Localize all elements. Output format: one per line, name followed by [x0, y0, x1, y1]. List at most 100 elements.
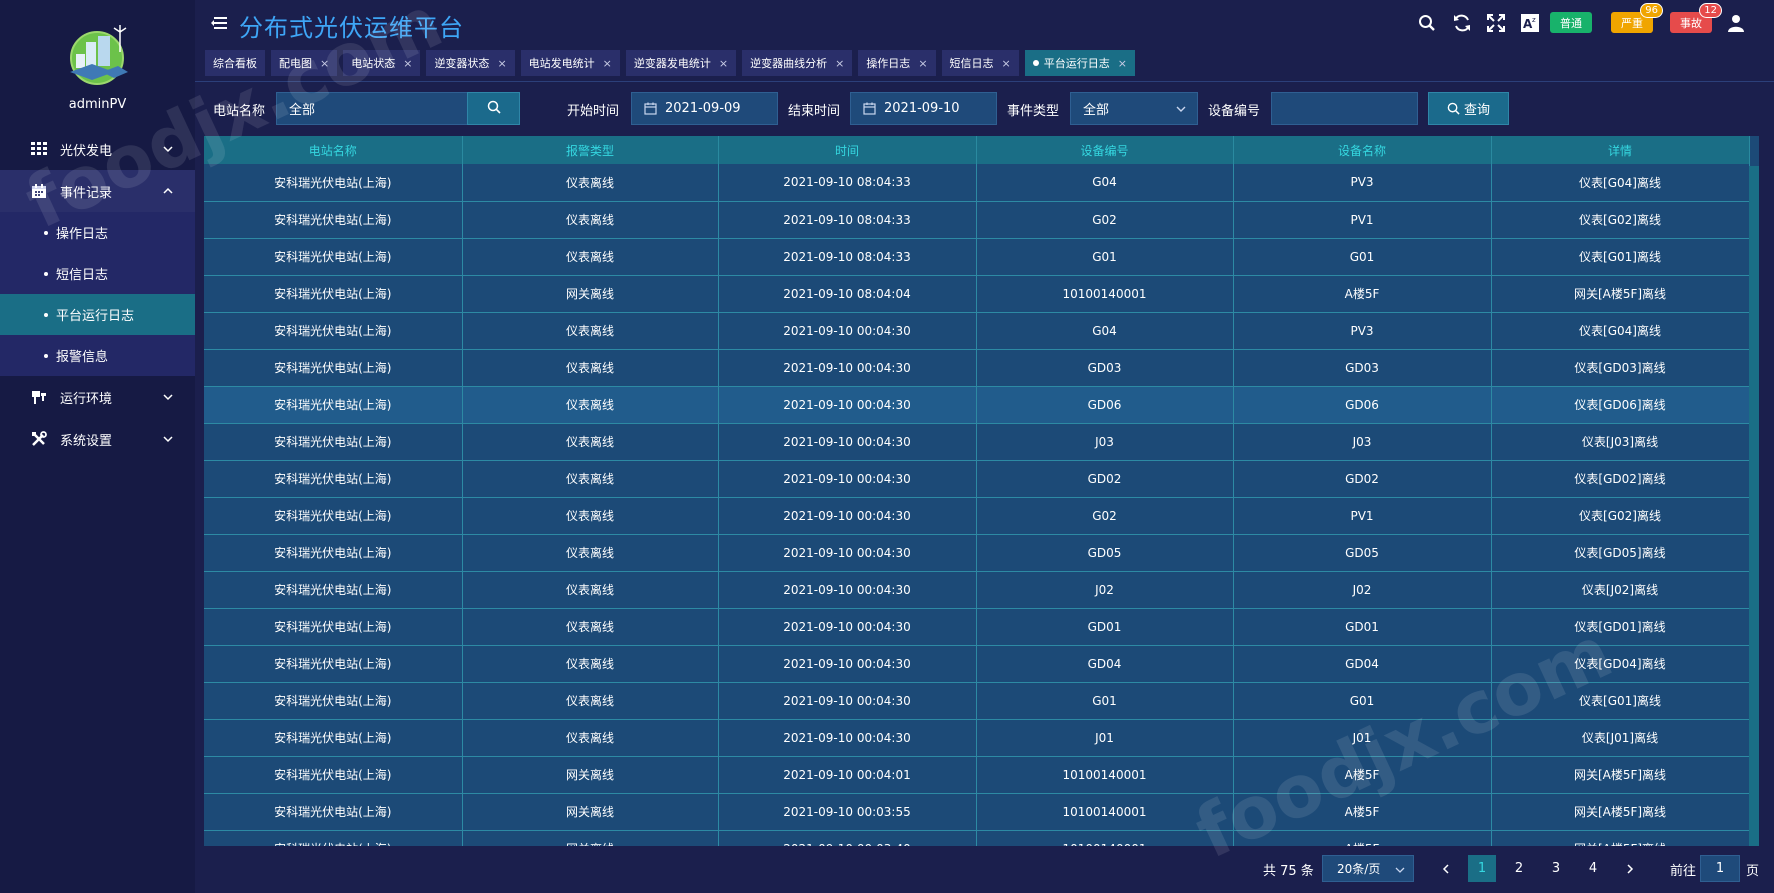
table-row[interactable]: 安科瑞光伏电站(上海) 仪表离线 2021-09-10 00:04:30 GD04 GD…	[204, 645, 1750, 683]
sidebar-item-event-records[interactable]: 事件记录	[0, 170, 195, 212]
next-page-button[interactable]	[1616, 855, 1644, 882]
page-size-select[interactable]: 20条/页	[1322, 855, 1414, 882]
sidebar-item-alarm-info[interactable]: 报警信息	[0, 335, 195, 376]
table-row[interactable]: 安科瑞光伏电站(上海) 网关离线 2021-09-10 00:03:55 101001…	[204, 793, 1750, 831]
table-row[interactable]: 安科瑞光伏电站(上海) 仪表离线 2021-09-10 00:04:30 GD06 GD…	[204, 386, 1750, 424]
table-cell: GD05	[1233, 534, 1492, 572]
tab-distribution-diagram[interactable]: 配电图 ×	[271, 50, 338, 76]
station-search-button[interactable]	[467, 92, 520, 125]
prev-page-button[interactable]	[1432, 855, 1460, 882]
device-number-input[interactable]	[1271, 92, 1418, 125]
table-cell: 2021-09-10 00:03:40	[718, 830, 977, 846]
table-cell: GD05	[976, 534, 1234, 572]
table-cell: 安科瑞光伏电站(上海)	[204, 238, 463, 276]
table-row[interactable]: 安科瑞光伏电站(上海) 仪表离线 2021-09-10 00:04:30 G04 PV3…	[204, 312, 1750, 350]
close-icon[interactable]: ×	[320, 57, 329, 70]
tab-station-generation-stats[interactable]: 电站发电统计 ×	[520, 50, 620, 76]
table-scrollbar[interactable]	[1749, 166, 1759, 846]
sidebar-item-label: 光伏发电	[60, 143, 113, 159]
table-cell: 2021-09-10 08:04:33	[718, 238, 977, 276]
tab-inverter-status[interactable]: 逆变器状态 ×	[426, 50, 515, 76]
sidebar-item-sms-log[interactable]: 短信日志	[0, 253, 195, 294]
calendar-icon	[30, 182, 48, 200]
query-button[interactable]: 查询	[1428, 92, 1509, 125]
table-row[interactable]: 安科瑞光伏电站(上海) 网关离线 2021-09-10 00:04:01 101001…	[204, 756, 1750, 794]
fullscreen-icon[interactable]	[1485, 12, 1507, 34]
menu-toggle-icon[interactable]	[211, 14, 229, 32]
sidebar-item-runtime-environment[interactable]: 运行环境	[0, 376, 195, 418]
table-cell: G01	[976, 238, 1234, 276]
column-header[interactable]: 详情	[1491, 136, 1750, 164]
close-icon[interactable]: ×	[403, 57, 412, 70]
sidebar-item-operation-log[interactable]: 操作日志	[0, 212, 195, 253]
sidebar-item-system-settings[interactable]: 系统设置	[0, 418, 195, 460]
table-cell: GD04	[1233, 645, 1492, 683]
event-type-select[interactable]: 全部	[1070, 92, 1198, 125]
search-icon[interactable]	[1416, 12, 1438, 34]
accident-alarm-badge[interactable]: 事故 12	[1670, 3, 1722, 33]
end-date-input[interactable]: 2021-09-10	[850, 92, 997, 125]
close-icon[interactable]: ×	[835, 57, 844, 70]
close-icon[interactable]: ×	[918, 57, 927, 70]
table-cell: 2021-09-10 00:04:30	[718, 497, 977, 535]
sidebar-item-pv-generation[interactable]: 光伏发电	[0, 128, 195, 170]
table-row[interactable]: 安科瑞光伏电站(上海) 网关离线 2021-09-10 08:04:04 101001…	[204, 275, 1750, 313]
normal-alarm-badge[interactable]: 普通	[1550, 12, 1592, 33]
tab-sms-log[interactable]: 短信日志 ×	[941, 50, 1019, 76]
page-button-2[interactable]: 2	[1505, 855, 1533, 882]
column-header[interactable]: 时间	[718, 136, 977, 164]
table-cell: A楼5F	[1233, 830, 1492, 846]
station-name-input[interactable]: 全部	[276, 92, 468, 125]
table-row[interactable]: 安科瑞光伏电站(上海) 仪表离线 2021-09-10 00:04:30 J03 J03…	[204, 423, 1750, 461]
table-cell: 仪表离线	[462, 497, 719, 535]
sidebar-item-platform-log[interactable]: 平台运行日志	[0, 294, 195, 335]
table-cell: 网关[A楼5F]离线	[1491, 275, 1750, 313]
table-row[interactable]: 安科瑞光伏电站(上海) 仪表离线 2021-09-10 00:04:30 J01 J01…	[204, 719, 1750, 757]
serious-alarm-badge[interactable]: 严重 96	[1611, 3, 1663, 33]
table-row[interactable]: 安科瑞光伏电站(上海) 仪表离线 2021-09-10 00:04:30 J02 J02…	[204, 571, 1750, 609]
font-size-icon[interactable]: Az	[1519, 12, 1541, 34]
table-row[interactable]: 安科瑞光伏电站(上海) 仪表离线 2021-09-10 00:04:30 GD02 GD…	[204, 460, 1750, 498]
table-cell: PV1	[1233, 497, 1492, 535]
column-header[interactable]: 报警类型	[462, 136, 719, 164]
column-header[interactable]: 电站名称	[204, 136, 463, 164]
sidebar-item-label: 运行环境	[60, 391, 113, 407]
table-row[interactable]: 安科瑞光伏电站(上海) 仪表离线 2021-09-10 00:04:30 GD05 GD…	[204, 534, 1750, 572]
table-row[interactable]: 安科瑞光伏电站(上海) 仪表离线 2021-09-10 00:04:30 GD01 GD…	[204, 608, 1750, 646]
tab-station-status[interactable]: 电站状态 ×	[343, 50, 421, 76]
tab-operation-log[interactable]: 操作日志 ×	[858, 50, 936, 76]
table-row[interactable]: 安科瑞光伏电站(上海) 仪表离线 2021-09-10 08:04:33 G01 G01…	[204, 238, 1750, 276]
table-row[interactable]: 安科瑞光伏电站(上海) 仪表离线 2021-09-10 00:04:30 G01 G01…	[204, 682, 1750, 720]
user-avatar-icon[interactable]	[1725, 12, 1747, 34]
table-cell: 安科瑞光伏电站(上海)	[204, 201, 463, 239]
close-icon[interactable]: ×	[497, 57, 506, 70]
tab-dashboard[interactable]: 综合看板	[205, 50, 265, 76]
badge-label: 普通	[1560, 16, 1582, 30]
column-header[interactable]: 设备名称	[1233, 136, 1492, 164]
close-icon[interactable]: ×	[603, 57, 612, 70]
column-header[interactable]: 设备编号	[976, 136, 1234, 164]
table-cell: 仪表离线	[462, 534, 719, 572]
table-row[interactable]: 安科瑞光伏电站(上海) 仪表离线 2021-09-10 00:04:30 G02 PV1…	[204, 497, 1750, 535]
close-icon[interactable]: ×	[1118, 57, 1127, 70]
start-date-input[interactable]: 2021-09-09	[631, 92, 778, 125]
tab-inverter-curve-analysis[interactable]: 逆变器曲线分析 ×	[742, 50, 853, 76]
table-row[interactable]: 安科瑞光伏电站(上海) 仪表离线 2021-09-10 08:04:33 G04 PV3…	[204, 164, 1750, 202]
goto-page-input[interactable]: 1	[1700, 855, 1740, 882]
close-icon[interactable]: ×	[1002, 57, 1011, 70]
page-button-1[interactable]: 1	[1468, 855, 1496, 882]
table-cell: G02	[976, 497, 1234, 535]
table-cell: 仪表离线	[462, 571, 719, 609]
table-cell: 网关离线	[462, 793, 719, 831]
table-cell: GD06	[976, 386, 1234, 424]
table-row[interactable]: 安科瑞光伏电站(上海) 仪表离线 2021-09-10 00:04:30 GD03 GD…	[204, 349, 1750, 387]
table-row[interactable]: 安科瑞光伏电站(上海)网关离线2021-09-10 00:03:40101001…	[204, 830, 1750, 846]
refresh-icon[interactable]	[1451, 12, 1473, 34]
tab-inverter-generation-stats[interactable]: 逆变器发电统计 ×	[625, 50, 737, 76]
page-button-3[interactable]: 3	[1542, 855, 1570, 882]
tab-platform-log[interactable]: 平台运行日志 ×	[1024, 50, 1135, 76]
page-button-4[interactable]: 4	[1579, 855, 1607, 882]
close-icon[interactable]: ×	[719, 57, 728, 70]
table-row[interactable]: 安科瑞光伏电站(上海) 仪表离线 2021-09-10 08:04:33 G02 PV1…	[204, 201, 1750, 239]
tab-label: 电站发电统计	[528, 57, 595, 70]
